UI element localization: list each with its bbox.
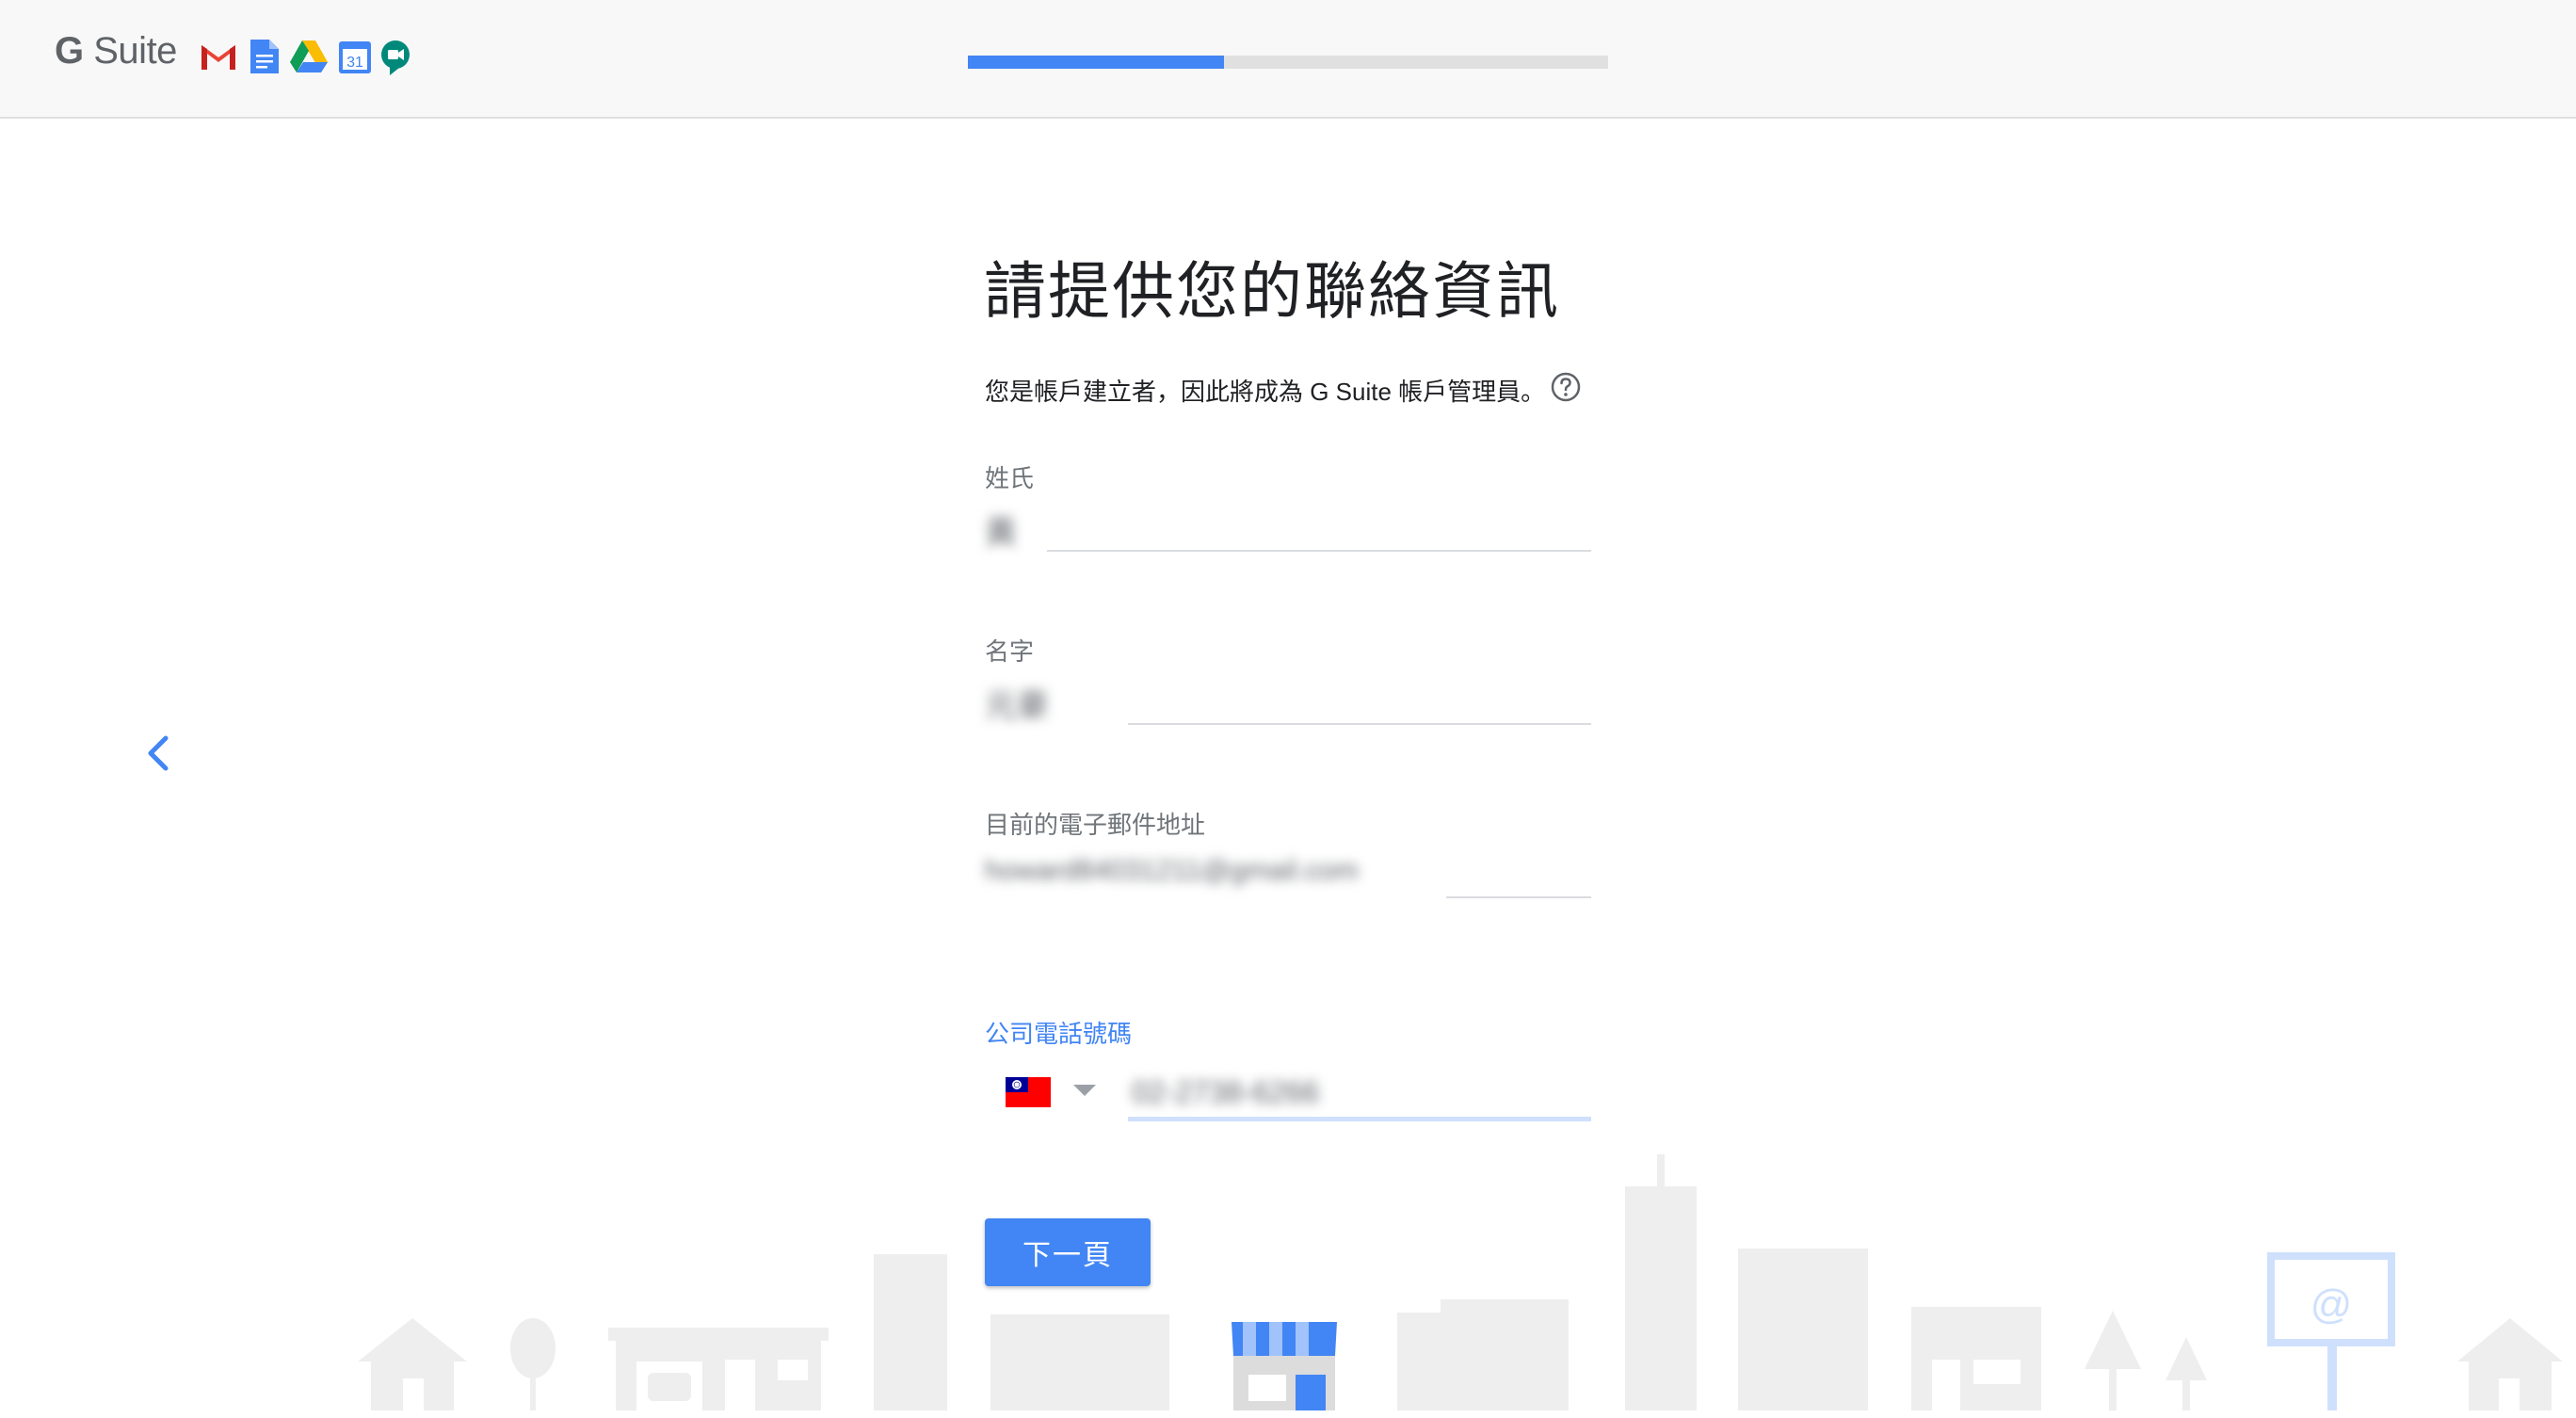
email-underline: [1446, 896, 1591, 898]
drive-icon: [290, 40, 328, 73]
calendar-icon: 31: [339, 41, 371, 73]
meet-icon: [381, 40, 410, 75]
last-name-input[interactable]: 黃: [985, 507, 1028, 553]
page-subtitle: 您是帳戶建立者，因此將成為 G Suite 帳戶管理員。: [985, 378, 1546, 406]
last-name-underline: [1047, 550, 1591, 552]
logo-suite: Suite: [93, 30, 177, 72]
email-label: 目前的電子郵件地址: [985, 811, 1206, 839]
last-name-label: 姓氏: [985, 464, 1035, 492]
city-illustration: @: [358, 1154, 2563, 1410]
phone-input[interactable]: 02-2738-6266: [1132, 1075, 1331, 1110]
page-title: 請提供您的聯絡資訊: [984, 256, 1560, 326]
phone-label: 公司電話號碼: [985, 1020, 1133, 1048]
taiwan-flag-icon[interactable]: [1006, 1077, 1051, 1107]
email-input[interactable]: howard84031211@gmail.com: [985, 855, 1370, 887]
country-dropdown-icon[interactable]: [1073, 1085, 1096, 1098]
help-icon[interactable]: [1550, 371, 1582, 403]
progress-bar: [968, 56, 1608, 69]
first-name-label: 名字: [985, 637, 1035, 666]
back-arrow-icon[interactable]: [139, 731, 177, 776]
docs-icon: [250, 40, 279, 73]
first-name-input[interactable]: 元豪: [985, 680, 1060, 726]
first-name-underline: [1128, 723, 1591, 725]
top-bar: G Suite 31: [0, 0, 2576, 119]
calendar-day: 31: [346, 55, 363, 71]
gmail-icon: [201, 45, 235, 70]
svg-text:@: @: [2310, 1281, 2353, 1328]
logo-g: G: [55, 30, 84, 72]
g-suite-logo: G Suite: [55, 30, 177, 73]
progress-fill: [968, 56, 1224, 69]
